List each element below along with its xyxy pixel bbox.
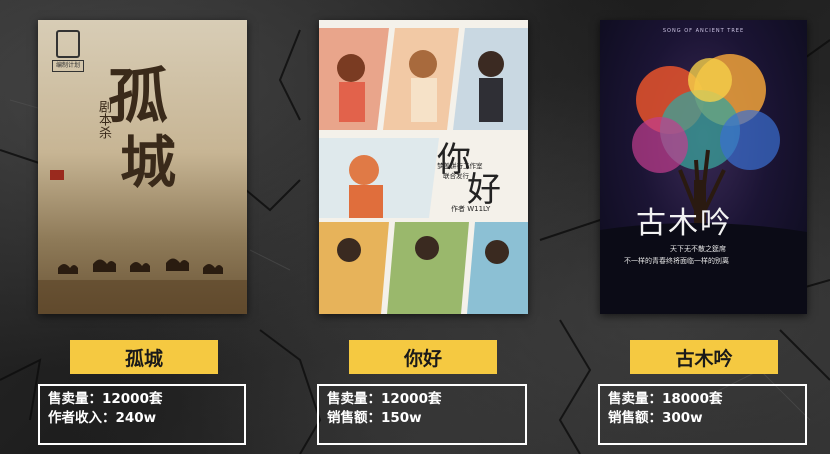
product-stats-gumuyin: 售卖量： 18000套 销售额： 300w <box>598 384 807 445</box>
poster-line1: 梦盖饼行工作室 <box>437 162 483 170</box>
stat-value: 12000套 <box>381 391 442 407</box>
stat-value: 12000套 <box>102 391 163 407</box>
stat-label: 作者收入： <box>48 410 116 426</box>
poster-line2: 联合发行 <box>443 172 469 180</box>
stat-row-revenue: 销售额： 300w <box>608 409 797 428</box>
poster-line2: 不一样的青春终将面临一样的别离 <box>624 257 729 265</box>
stat-row-revenue: 销售额： 150w <box>327 409 517 428</box>
stat-label: 销售额： <box>327 410 381 426</box>
poster-title-text: 古木吟 <box>636 206 732 241</box>
poster-author: 作者 W11LY <box>451 205 491 213</box>
poster-colorful-tree <box>600 54 807 314</box>
stat-row-sales: 售卖量： 12000套 <box>327 390 517 409</box>
poster-camel-caravan <box>38 258 247 314</box>
stat-label: 销售额： <box>608 410 662 426</box>
stat-value: 240w <box>115 410 157 426</box>
stat-row-sales: 售卖量： 18000套 <box>608 390 797 409</box>
product-title-nihao: 你好 <box>349 340 497 374</box>
stat-value: 18000套 <box>662 391 723 407</box>
stat-label: 售卖量： <box>327 391 381 407</box>
stat-value: 300w <box>662 410 703 426</box>
poster-image-nihao[interactable]: 你 好 梦盖饼行工作室 联合发行 作者 W11LY <box>319 20 528 314</box>
stat-label: 售卖量： <box>608 391 662 407</box>
stat-row-sales: 售卖量： 12000套 <box>48 390 236 409</box>
poster-image-gumuyin[interactable]: SONG OF ANCIENT TREE 古木吟 天下无不散之筵席 不一样的青春… <box>600 20 807 314</box>
stat-label: 售卖量： <box>48 391 102 407</box>
stat-value: 150w <box>381 410 422 426</box>
product-stats-nihao: 售卖量： 12000套 销售额： 150w <box>317 384 527 445</box>
product-title-gucheng: 孤城 <box>70 340 218 374</box>
poster-image-gucheng[interactable]: 编制计划 孤 城 剧本杀 <box>38 20 247 314</box>
poster-line1: 天下无不散之筵席 <box>670 245 726 253</box>
stat-row-income: 作者收入： 240w <box>48 409 236 428</box>
product-stats-gucheng: 售卖量： 12000套 作者收入： 240w <box>38 384 246 445</box>
product-title-gumuyin: 古木吟 <box>630 340 778 374</box>
